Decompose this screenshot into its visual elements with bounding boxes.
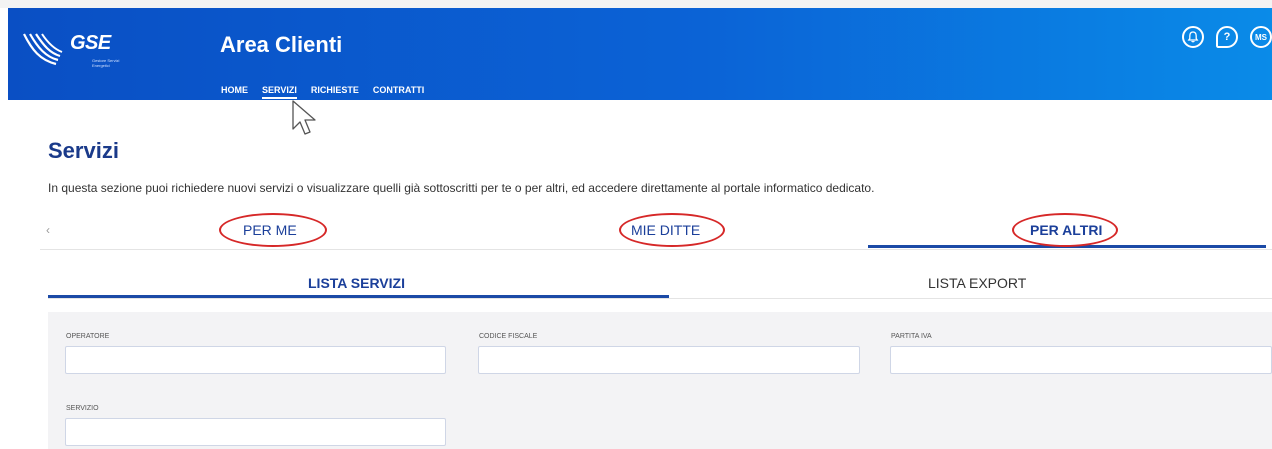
gse-logo[interactable]: GSE Gestore Servizi Energetici	[22, 26, 122, 76]
help-chat-icon[interactable]: ?	[1216, 26, 1238, 48]
bell-glyph-icon	[1187, 31, 1199, 43]
servizio-label: SERVIZIO	[66, 405, 99, 412]
notifications-bell-icon[interactable]	[1182, 26, 1204, 48]
tab-lista-servizi[interactable]: LISTA SERVIZI	[308, 275, 405, 291]
codice-fiscale-input[interactable]	[478, 346, 860, 374]
tab-lista-export[interactable]: LISTA EXPORT	[928, 275, 1026, 291]
partita-iva-label: PARTITA IVA	[891, 333, 932, 340]
logo-text: GSE	[70, 32, 111, 54]
top-strip	[0, 0, 1272, 8]
app-header: GSE Gestore Servizi Energetici Area Clie…	[8, 8, 1272, 100]
help-glyph: ?	[1223, 31, 1231, 43]
nav-servizi[interactable]: SERVIZI	[262, 85, 297, 99]
main-nav: HOME SERVIZI RICHIESTE CONTRATTI	[221, 85, 438, 99]
tabs-prev-chevron-icon[interactable]: ‹	[46, 223, 50, 237]
partita-iva-input[interactable]	[890, 346, 1272, 374]
nav-contratti[interactable]: CONTRATTI	[373, 85, 424, 95]
secondary-tabs: LISTA SERVIZI LISTA EXPORT	[48, 266, 1272, 299]
annotation-circle-mie-ditte	[619, 213, 725, 247]
operatore-label: OPERATORE	[66, 333, 110, 340]
page-description: In questa sezione puoi richiedere nuovi …	[48, 181, 875, 195]
nav-home[interactable]: HOME	[221, 85, 248, 95]
operatore-input[interactable]	[65, 346, 446, 374]
header-icons: ? MS	[1182, 26, 1272, 48]
app-title: Area Clienti	[220, 32, 343, 57]
nav-richieste[interactable]: RICHIESTE	[311, 85, 359, 95]
user-avatar[interactable]: MS	[1250, 26, 1272, 48]
mouse-cursor-icon	[292, 100, 316, 135]
annotation-circle-per-altri	[1012, 213, 1118, 247]
logo-subtitle: Gestore Servizi Energetici	[92, 58, 120, 68]
annotation-circle-per-me	[219, 213, 327, 247]
page-title: Servizi	[48, 138, 119, 163]
codice-fiscale-label: CODICE FISCALE	[479, 333, 538, 340]
servizio-input[interactable]	[65, 418, 446, 446]
active-subtab-underline	[48, 295, 669, 298]
filter-panel: OPERATORE CODICE FISCALE PARTITA IVA SER…	[48, 312, 1272, 449]
